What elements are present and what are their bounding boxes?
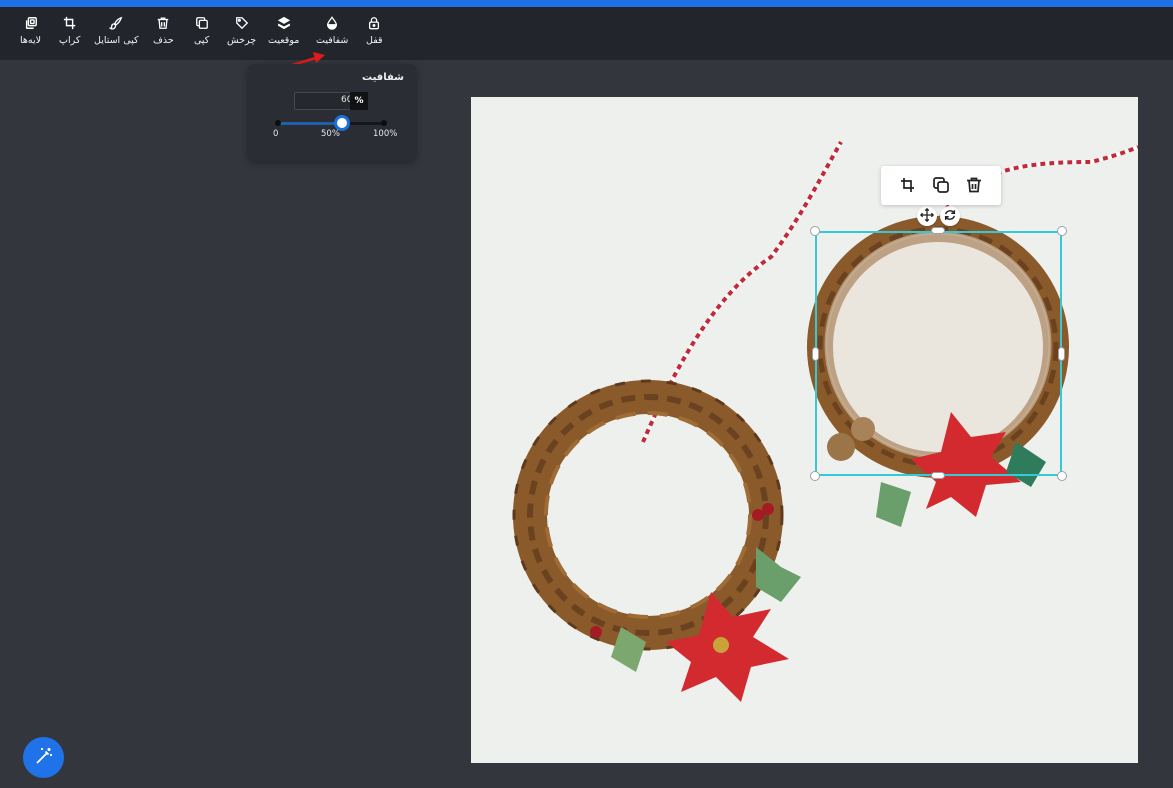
resize-handle-right[interactable]: [1058, 347, 1065, 361]
magic-wand-button[interactable]: [23, 737, 64, 778]
selection-crop-button[interactable]: [899, 176, 917, 194]
delete-button[interactable]: حذف: [153, 16, 174, 56]
resize-handle-top-left[interactable]: [810, 226, 820, 236]
delete-label: حذف: [153, 35, 174, 46]
selection-delete-button[interactable]: [965, 176, 983, 194]
opacity-input[interactable]: 60 %: [294, 92, 368, 110]
resize-handle-bottom-right[interactable]: [1057, 471, 1067, 481]
trash-icon: [965, 177, 983, 198]
position-label: موقعیت: [268, 35, 300, 46]
tick-mid: 50%: [321, 129, 340, 139]
rotate-label: چرخش: [227, 35, 257, 46]
copy-style-button[interactable]: کپی استایل: [94, 16, 139, 56]
selection-toolbar: [881, 166, 1001, 205]
top-accent-bar: [0, 0, 1173, 7]
selection-copy-button[interactable]: [932, 176, 950, 194]
stack-icon: [277, 16, 291, 30]
opacity-label: شفافیت: [316, 35, 349, 46]
layers-icon: [24, 16, 38, 30]
move-icon: [919, 207, 935, 226]
percent-unit: %: [350, 92, 368, 110]
crop-icon: [63, 16, 77, 30]
move-button[interactable]: [917, 206, 937, 226]
copy-button[interactable]: کپی: [194, 16, 209, 56]
resize-handle-bottom-left[interactable]: [810, 471, 820, 481]
opacity-slider[interactable]: [275, 115, 387, 131]
tick-min: 0: [273, 129, 279, 139]
layers-label: لایه‌ها: [20, 35, 42, 46]
layers-button[interactable]: لایه‌ها: [20, 16, 41, 56]
magic-wand-icon: [34, 746, 54, 770]
opacity-panel: شفافیت 60 % 0 50% 100%: [248, 64, 416, 161]
lock-icon: [367, 16, 381, 30]
rotate-icon: [943, 207, 957, 226]
rotate-handle-button[interactable]: [940, 206, 960, 226]
copy-icon: [932, 177, 950, 198]
copy-icon: [195, 16, 209, 30]
lock-button[interactable]: قفل: [366, 16, 383, 56]
trash-icon: [156, 16, 170, 30]
opacity-slider-fill: [276, 122, 342, 125]
slider-stop-min: [275, 120, 281, 126]
resize-handle-left[interactable]: [812, 347, 819, 361]
slider-stop-max: [381, 120, 387, 126]
resize-handle-bottom[interactable]: [931, 472, 945, 479]
top-toolbar: لایه‌ها کراپ کپی استایل حذف کپی چرخش م: [0, 7, 1173, 60]
lock-label: قفل: [366, 35, 383, 46]
rotate-button[interactable]: چرخش: [227, 16, 256, 56]
tick-max: 100%: [373, 129, 398, 139]
resize-handle-top-right[interactable]: [1057, 226, 1067, 236]
crop-icon: [899, 178, 917, 198]
drop-icon: [325, 16, 339, 30]
rotate-tag-icon: [235, 16, 249, 30]
resize-handle-top[interactable]: [931, 227, 945, 234]
crop-label: کراپ: [59, 35, 81, 46]
crop-button[interactable]: کراپ: [59, 16, 80, 56]
copy-style-label: کپی استایل: [94, 35, 139, 46]
opacity-panel-title: شفافیت: [361, 72, 404, 83]
selection-box[interactable]: [815, 231, 1062, 476]
brush-icon: [109, 16, 123, 30]
copy-label: کپی: [194, 35, 210, 46]
